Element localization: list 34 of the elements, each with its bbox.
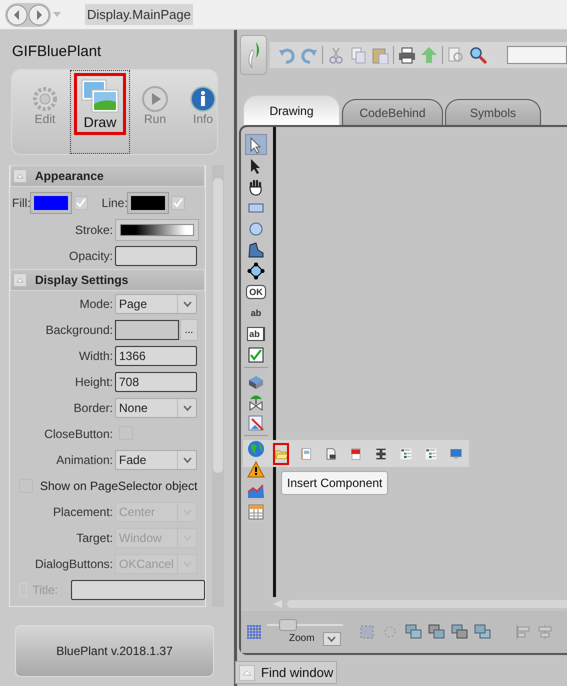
checkbox-label: Show on PageSelector object — [40, 479, 198, 493]
tab[interactable]: CodeBehind — [342, 99, 443, 125]
field-label: Line: — [102, 196, 128, 210]
dropdown[interactable]: None — [115, 398, 197, 418]
find-window-button[interactable]: Find window — [235, 661, 338, 684]
section-header[interactable]: Appearance — [10, 165, 205, 187]
text-field[interactable]: 708 — [115, 372, 197, 392]
field-label: Opacity: — [68, 249, 114, 263]
window-title: Display.MainPage — [85, 4, 193, 25]
zoom-label: Zoom — [289, 633, 315, 644]
tab[interactable]: Drawing — [243, 95, 340, 125]
field-label: DialogButtons: — [34, 557, 114, 571]
project-name: GIFBluePlant — [11, 42, 102, 62]
field-label: Background: — [44, 323, 114, 337]
browse-button[interactable]: ... — [180, 319, 198, 341]
field-label: Animation: — [55, 453, 114, 467]
field-label: Mode: — [78, 297, 114, 311]
field-label: Width: — [78, 349, 114, 363]
field-label: CloseButton: — [43, 427, 114, 441]
dropdown[interactable]: Fade — [115, 450, 197, 470]
field-label: Border: — [72, 401, 114, 415]
tooltip: Insert Component — [281, 471, 388, 495]
section-header[interactable]: Display Settings — [10, 269, 205, 291]
field-label: Target: — [75, 531, 114, 545]
field-label: Placement: — [52, 505, 114, 519]
field-label: Fill: — [12, 196, 31, 210]
label-tool[interactable]: ab — [245, 302, 267, 323]
ribbon-button[interactable]: Draw — [70, 70, 130, 154]
version-button[interactable]: BluePlant v.2018.1.37 — [15, 625, 214, 677]
dropdown[interactable]: Page — [115, 294, 197, 314]
field-label: Height: — [74, 375, 114, 389]
text-field[interactable]: 1366 — [115, 346, 197, 366]
tab[interactable]: Symbols — [445, 99, 541, 125]
field-label: Stroke: — [74, 223, 114, 237]
